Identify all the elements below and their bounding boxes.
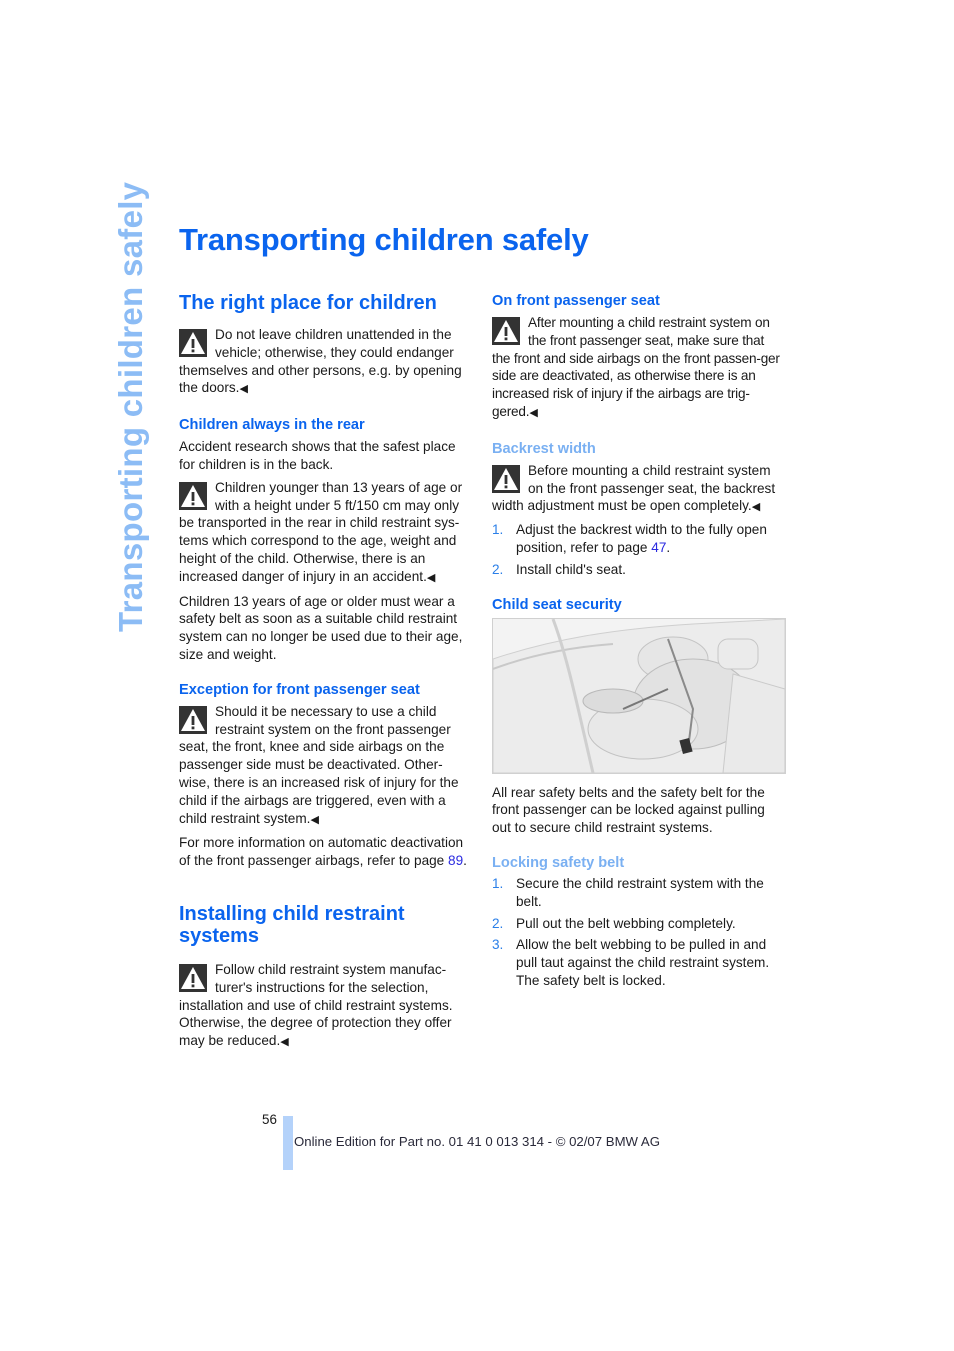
list-item: 2. Install child's seat. [492, 561, 784, 579]
step-text: Adjust the backrest width to the fully o… [516, 522, 767, 555]
page-number: 56 [262, 1112, 277, 1127]
end-mark-icon: ◀ [751, 501, 761, 514]
side-chapter-title: Transporting children safely [112, 181, 149, 632]
footer-accent-bar [283, 1116, 293, 1170]
warning-text: Children younger than 13 years of age or… [179, 479, 463, 584]
end-mark-icon: ◀ [310, 813, 319, 826]
step-text: Allow the belt webbing to be pulled in a… [516, 937, 770, 988]
warning-block: After mounting a child restraint system … [492, 314, 784, 423]
page-link-47[interactable]: 47 [651, 540, 666, 555]
warning-text: Should it be necessary to use a child re… [179, 703, 459, 826]
warning-triangle-icon [179, 481, 207, 510]
step-text: Secure the child restraint system with t… [516, 875, 764, 909]
body-text: Accident research shows that the safest … [179, 439, 456, 472]
warning-triangle-icon [179, 705, 207, 734]
body-text-part: . [463, 853, 467, 869]
body-text-part: For more information on automatic deacti… [179, 835, 464, 869]
list-item: 2. Pull out the belt webbing completely. [492, 915, 784, 933]
warning-triangle-icon [492, 317, 520, 345]
footer-edition-text: Online Edition for Part no. 01 41 0 013 … [294, 1134, 660, 1149]
step-number: 3. [492, 937, 504, 953]
left-column: The right place for children Do not leav… [179, 290, 471, 1052]
subheading-exception-front: Exception for front passenger seat [179, 681, 420, 698]
warning-block: Children younger than 13 years of age or… [179, 479, 471, 588]
page-title: Transporting children safely [179, 222, 589, 257]
body-text: For more information on automatic deacti… [179, 834, 471, 870]
warning-triangle-icon [179, 329, 207, 357]
child-seat-illustration [492, 617, 786, 774]
steps-list-locking: 1. Secure the child restraint system with… [492, 875, 784, 990]
warning-text: After mounting a child restraint system … [492, 315, 780, 419]
subheading-child-seat-security: Child seat security [492, 596, 622, 613]
end-mark-icon: ◀ [426, 571, 436, 584]
step-text: Install child's seat. [516, 561, 626, 577]
end-mark-icon: ◀ [529, 406, 538, 419]
warning-triangle-icon [179, 963, 207, 992]
subheading-on-front-seat: On front passenger seat [492, 293, 660, 309]
step-number: 1. [492, 875, 504, 891]
warning-text: Do not leave children unattended in the … [179, 327, 462, 396]
subheading-children-rear: Children always in the rear [179, 417, 365, 434]
right-column: On front passenger seat After mounting a… [492, 292, 786, 990]
subheading-backrest-width: Backrest width [492, 440, 596, 457]
end-mark-icon: ◀ [239, 383, 248, 396]
subheading-locking-belt: Locking safety belt [492, 854, 625, 871]
step-number: 1. [492, 522, 504, 538]
list-item: 1. Adjust the backrest width to the fully… [492, 521, 784, 557]
child-seat-drawing [493, 618, 785, 773]
step-text: . [666, 539, 671, 555]
warning-triangle-icon [492, 464, 520, 493]
section-heading-installing: Installing child restraint systems [179, 902, 405, 947]
step-number: 2. [492, 561, 504, 577]
list-item: 3. Allow the belt webbing to be pulled in… [492, 936, 784, 989]
warning-text: Follow child restraint system manufac-tu… [179, 961, 453, 1049]
page-link-89[interactable]: 89 [448, 853, 463, 868]
step-text: Pull out the belt webbing completely. [516, 915, 736, 931]
body-text: All rear safety belts and the safety bel… [492, 784, 765, 836]
warning-text: Before mounting a child restraint system… [492, 462, 776, 514]
step-number: 2. [492, 915, 504, 931]
warning-block: Should it be necessary to use a child re… [179, 703, 471, 830]
warning-block: Before mounting a child restraint system… [492, 462, 784, 517]
end-mark-icon: ◀ [280, 1036, 289, 1049]
warning-block: Do not leave children unattended in the … [179, 326, 471, 399]
body-text: Children 13 years of age or older must w… [179, 593, 463, 662]
steps-list-backrest: 1. Adjust the backrest width to the fully… [492, 521, 784, 578]
list-item: 1. Secure the child restraint system with… [492, 875, 784, 911]
section-heading-right-place: The right place for children [179, 292, 437, 314]
warning-block: Follow child restraint system manufac-tu… [179, 961, 471, 1052]
